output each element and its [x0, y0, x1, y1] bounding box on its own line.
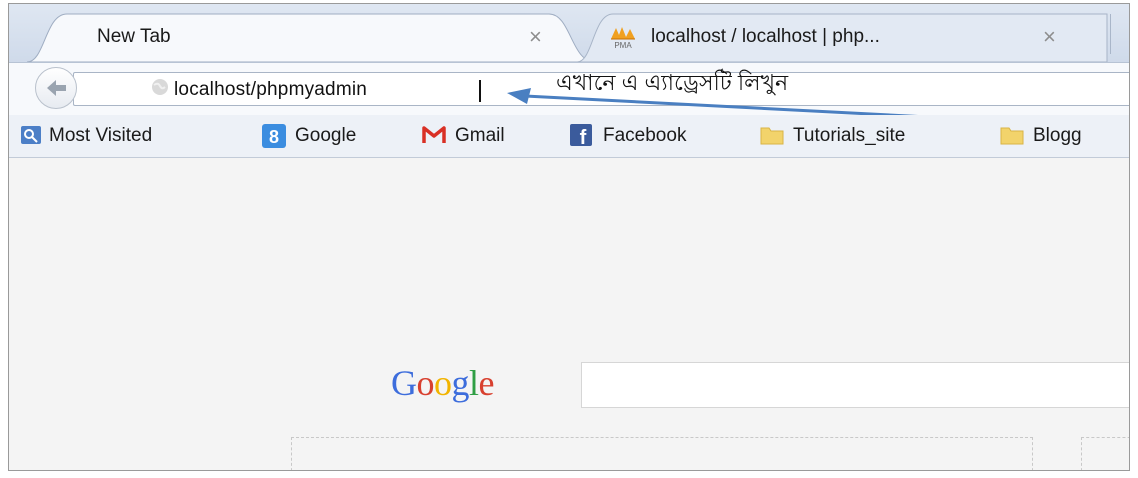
close-tab-icon[interactable]: × — [1043, 24, 1056, 50]
tab-title: localhost / localhost | php... — [651, 26, 880, 47]
facebook-icon: f — [570, 124, 592, 147]
close-tab-icon[interactable]: × — [529, 24, 542, 50]
new-tab-page: Google — [9, 158, 1129, 470]
google-logo-letter: G — [391, 363, 417, 403]
most-visited-icon — [21, 126, 41, 144]
browser-window: New Tab × PMA localhost / localhost | ph… — [8, 3, 1130, 471]
tab-title: New Tab — [97, 26, 171, 47]
google-plus-icon-text: 8 — [269, 127, 279, 147]
tab-strip: New Tab × PMA localhost / localhost | ph… — [9, 4, 1129, 62]
pma-icon: PMA — [611, 27, 635, 49]
bookmarks-bar: Most Visited 8 Google Gmail f Facebook T… — [9, 115, 1129, 158]
google-plus-icon: 8 — [262, 124, 286, 148]
folder-icon — [760, 127, 784, 145]
back-button[interactable] — [35, 67, 77, 109]
google-logo-letter: o — [434, 363, 452, 403]
google-logo: Google — [391, 362, 495, 404]
facebook-icon-text: f — [580, 127, 587, 147]
tab-separator — [1110, 14, 1111, 54]
thumbnail-tile[interactable] — [291, 437, 1033, 470]
google-logo-letter: g — [451, 363, 470, 403]
bookmark-label: Gmail — [455, 125, 505, 146]
google-logo-letter: o — [416, 363, 435, 403]
gmail-icon — [422, 126, 446, 143]
bookmark-label: Google — [295, 125, 357, 146]
pma-icon-text: PMA — [614, 41, 632, 49]
google-search-input[interactable] — [581, 362, 1129, 408]
globe-icon — [152, 79, 168, 95]
back-arrow-icon — [47, 80, 66, 96]
thumbnail-tile[interactable] — [1081, 437, 1129, 470]
text-caret — [479, 80, 481, 102]
tab-phpmyadmin[interactable]: PMA localhost / localhost | php... × — [577, 12, 1119, 62]
folder-icon — [1000, 127, 1024, 145]
tab-new-tab[interactable]: New Tab × — [27, 12, 597, 62]
bookmark-label: Facebook — [603, 125, 687, 146]
bookmark-label: Blogg — [1033, 125, 1082, 146]
url-text: localhost/phpmyadmin — [174, 79, 368, 100]
google-logo-letter: l — [469, 363, 479, 403]
google-logo-letter: e — [478, 363, 495, 403]
bookmark-label: Most Visited — [49, 125, 153, 146]
bookmark-label: Tutorials_site — [793, 125, 906, 146]
